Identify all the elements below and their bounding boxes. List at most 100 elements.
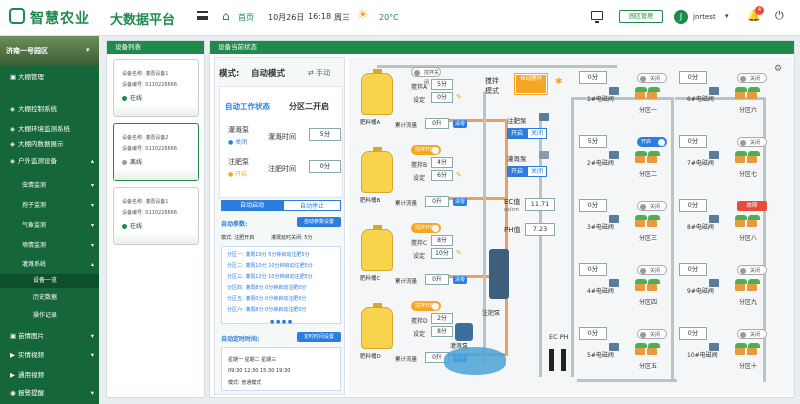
set-value[interactable]: 10分 [431,248,453,259]
valve-time[interactable]: 0分 [579,327,607,340]
zone-param-row: 分区一: 灌溉10分 5分钟启动注肥5分 [227,252,310,258]
valve-time[interactable]: 0分 [579,71,607,84]
sidebar-item[interactable]: 操作记录 [0,309,99,323]
ec-label: EC值 [504,198,521,206]
sidebar-item[interactable]: ◉ 报警提醒 ▾ [0,386,99,400]
sidebar-item[interactable]: 设备一览 [0,274,99,288]
sidebar-item[interactable]: ▣ 大棚管理 [0,70,99,84]
valve-toggle[interactable]: 关闭 [637,73,667,83]
sidebar-item[interactable]: 灌溉系统 ▴ [0,258,99,272]
ph-value: 7.23 [525,223,555,236]
valve-time[interactable]: 0分 [579,199,607,212]
gear-icon[interactable]: ✱ [555,77,563,87]
home-link[interactable]: 首页 [238,12,254,23]
sidebar-item[interactable]: ▶ 通用视频 [0,368,99,382]
valve-time[interactable]: 0分 [579,263,607,276]
valve-time[interactable]: 0分 [679,199,707,212]
pump-icon [539,113,549,121]
stir-toggle[interactable]: 搅拌开启 [411,145,441,155]
zone-name: 分区一 [639,107,658,114]
inj-open-button[interactable]: 开启 [507,128,527,139]
valve-toggle[interactable]: 开启 [637,137,667,147]
clear-button[interactable]: 清零 [453,120,467,128]
sidebar-item-label: 墒情监测 [22,242,47,249]
sidebar-item[interactable]: ▣ 苗情图片 ▾ [0,329,99,343]
power-icon[interactable]: ⏻ [775,9,784,23]
stir-toggle[interactable]: 搅拌开启 [411,223,441,233]
water-pool [444,347,506,375]
sidebar-item[interactable]: 虫情监测 ▾ [0,179,99,193]
stir-toggle[interactable]: 搅拌开启 [411,301,441,311]
sidebar-item[interactable]: ▶ 实情视频 ▾ [0,348,99,362]
sidebar-item-label: 大棚环境监测系统 [18,125,70,133]
edit-icon[interactable]: ✎ [456,249,462,257]
sidebar-item[interactable]: 气象监测 ▾ [0,219,99,233]
inj-close-button[interactable]: 关闭 [527,128,547,139]
irr-open-button[interactable]: 开启 [507,166,527,177]
valve-time[interactable]: 5分 [579,135,607,148]
valve-toggle[interactable]: 关闭 [637,265,667,275]
manual-switch[interactable]: ⇄ 手动 [308,68,330,78]
tank-label: 肥料桶A [360,120,381,126]
avatar[interactable]: J [674,10,688,24]
sidebar-item[interactable]: 孢子监测 ▾ [0,199,99,213]
valve-toggle[interactable]: 关闭 [737,73,767,83]
auto-mix-toggle[interactable]: 自动搅拌 [514,73,548,95]
ph-sensor-icon [561,349,566,371]
menu-toggle-icon[interactable] [197,11,208,20]
set-value[interactable]: 8分 [431,326,453,337]
timer-times: 09:30 12:30 15:30 19:30 [228,368,291,374]
valve-toggle[interactable]: 关闭 [637,201,667,211]
valve-time[interactable]: 0分 [679,135,707,148]
tab-auto-start[interactable]: 自动启动 [221,200,283,211]
edit-icon[interactable]: ✎ [456,171,462,179]
device-card[interactable]: 设备名称: 灌溉设备1 设备编号: 0110226666 在线 [113,59,199,117]
stir-value: 5分 [431,79,453,90]
fert-pump-label: 注肥泵 [228,158,249,166]
valve-time[interactable]: 0分 [679,263,707,276]
crop-icon [635,87,660,103]
sidebar-item[interactable]: 历史数据 [0,291,99,305]
irr-close-button[interactable]: 关闭 [527,166,547,177]
device-card[interactable]: 设备名称: 灌溉设备2 设备编号: 0110226666 离线 [113,123,199,181]
tab-auto-stop[interactable]: 自动停止 [283,200,341,211]
clear-button[interactable]: 清零 [453,198,467,206]
monitor-icon[interactable] [591,11,603,23]
sidebar-item[interactable]: ◈ 大棚环境监测系统 [0,122,99,136]
sidebar-item-label: 苗情图片 [18,332,44,340]
sidebar-item[interactable]: ◈ 大棚控制系统 [0,102,99,116]
timer-setting-button[interactable]: 定时时间设置 [297,332,341,342]
zone-name: 分区七 [739,171,758,178]
device-id-row: 设备编号: 0110226666 [122,210,178,216]
sidebar-item-label: 大棚内数据展示 [18,140,64,148]
valve-time[interactable]: 0分 [679,327,707,340]
sidebar-item-label: 报警提醒 [18,389,44,397]
sidebar-item[interactable]: 墒情监测 ▾ [0,239,99,253]
valve-toggle[interactable]: 关闭 [737,329,767,339]
flow-label: 累计流量 [395,201,418,207]
menu-icon: ▶ [10,351,15,359]
clear-button[interactable]: 清零 [453,276,467,284]
chevron-down-icon[interactable]: ▾ [725,12,729,20]
edit-icon[interactable]: ✎ [456,93,462,101]
param-setting-button[interactable]: 自动参数设置 [297,217,341,227]
settings-icon[interactable]: ⚙ [774,64,782,74]
valve-toggle[interactable]: 关闭 [737,265,767,275]
set-value[interactable]: 0分 [431,92,453,103]
park-selector[interactable]: 济南一号园区 ▾ [0,36,99,66]
valve-time[interactable]: 0分 [679,71,707,84]
pagination-dots[interactable]: ● ● ● ● [270,319,292,325]
mode-label: 模式: [219,69,240,79]
valve-toggle[interactable]: 关闭 [637,329,667,339]
pipe [577,379,677,382]
stir-toggle[interactable]: 搅拌关闭 [411,67,441,86]
valve-toggle[interactable]: 关闭 [737,137,767,147]
sidebar-item[interactable]: ◈ 大棚内数据展示 [0,137,99,151]
username[interactable]: jnrtest [693,13,716,21]
park-manage-button[interactable]: 园区管理 [619,10,663,23]
home-icon[interactable]: ⌂ [222,9,230,23]
sidebar-item[interactable]: ◈ 户外监测设备 ▴ [0,154,99,168]
device-card[interactable]: 设备名称: 灌溉设备1 设备编号: 0110226666 在线 [113,187,199,245]
device-name-row: 设备名称: 灌溉设备1 [122,71,169,77]
set-value[interactable]: 6分 [431,170,453,181]
